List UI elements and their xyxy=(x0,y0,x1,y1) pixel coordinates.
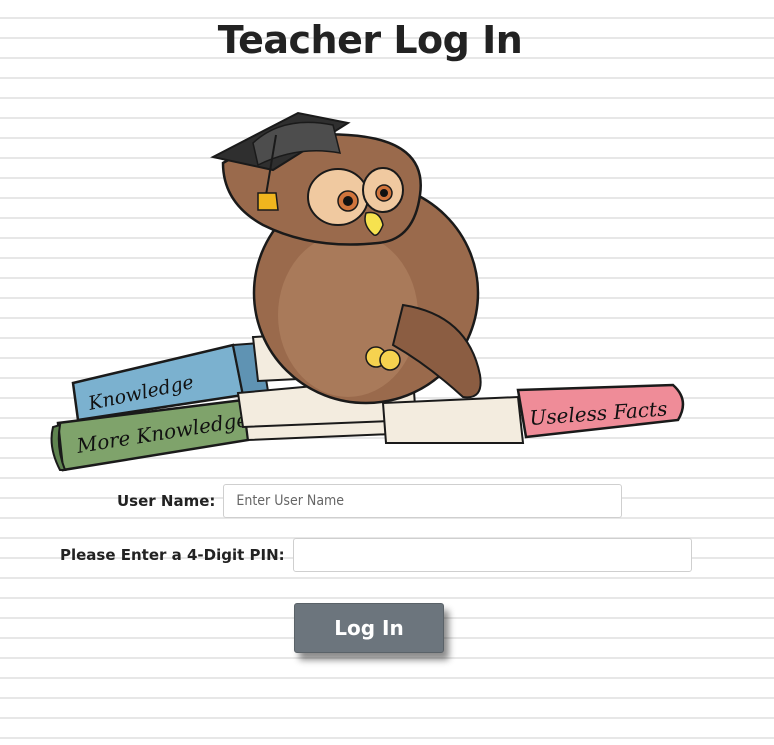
username-label: User Name: xyxy=(117,492,216,510)
page-title: Teacher Log In xyxy=(217,18,523,62)
pin-label: Please Enter a 4-Digit PIN: xyxy=(60,546,285,564)
book-useless-facts: Useless Facts xyxy=(381,383,685,444)
username-row: User Name: xyxy=(117,484,623,518)
username-input[interactable] xyxy=(223,484,623,518)
owl-with-books-illustration: More Knowledge Knowledge Useless Facts xyxy=(50,111,685,472)
pin-row: Please Enter a 4-Digit PIN: xyxy=(60,538,692,572)
pin-input[interactable] xyxy=(292,538,692,572)
login-button[interactable]: Log In xyxy=(294,603,444,653)
